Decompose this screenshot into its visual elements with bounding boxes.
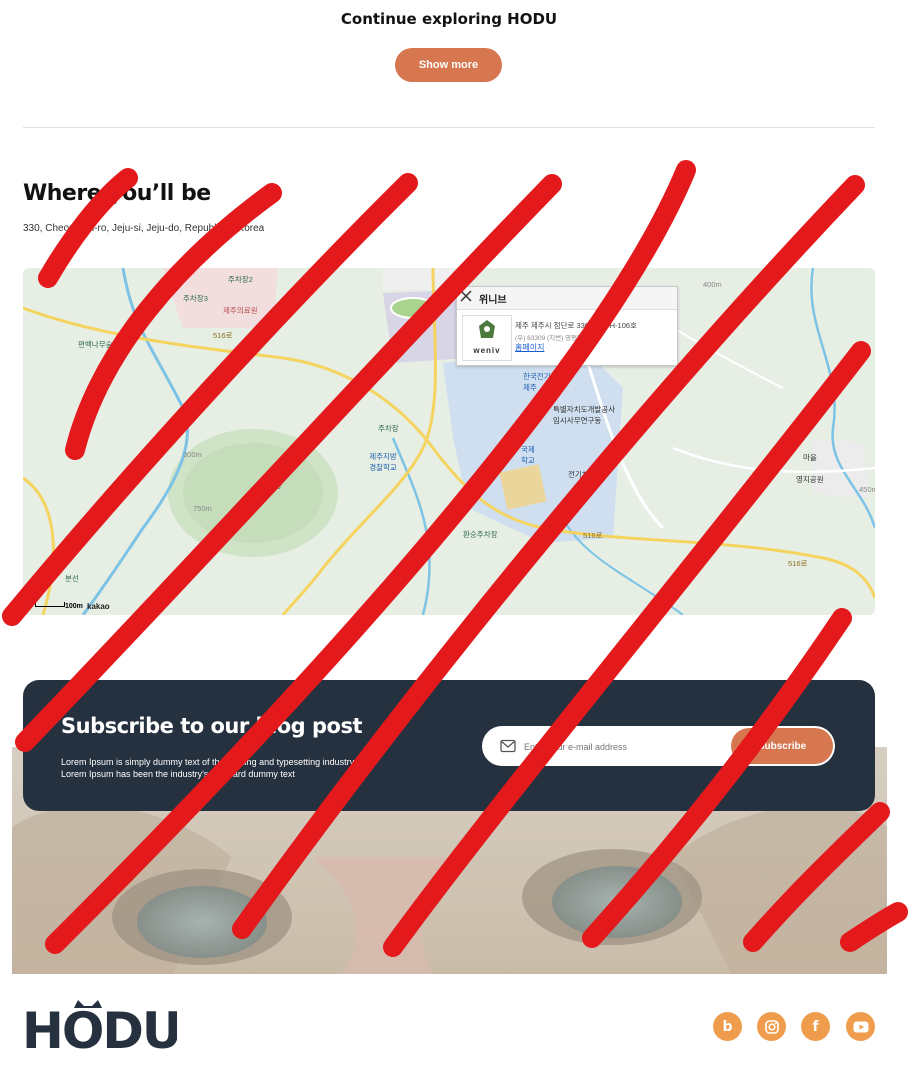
map-label-pine-forest: 편백나무숲	[78, 340, 113, 349]
blog-glyph: b	[722, 1018, 733, 1035]
map-background	[23, 268, 875, 615]
map-label-road: 516로	[213, 331, 233, 340]
map-label-parking2: 주차장2	[228, 275, 253, 284]
facebook-icon[interactable]: f	[801, 1012, 830, 1041]
divider	[23, 127, 875, 128]
map-label-transfer-parking: 환승주차장	[463, 530, 498, 539]
youtube-icon[interactable]	[846, 1012, 875, 1041]
map-label-bunseon: 분선	[65, 574, 79, 583]
address-text: 330, Cheomdan-ro, Jeju-si, Jeju-do, Repu…	[23, 223, 265, 234]
blog-icon[interactable]: b	[713, 1012, 742, 1041]
map-provider-logo: kakao	[87, 602, 110, 611]
hodu-logo[interactable]: HODU	[22, 1000, 177, 1055]
facebook-glyph: f	[812, 1018, 819, 1035]
map-label-town: 마을	[803, 453, 817, 462]
map-label-police-school: 제주지방 경찰학교	[369, 452, 397, 472]
map-label-jeju-clinic: 제주의료원	[223, 306, 258, 315]
mail-icon	[500, 739, 516, 753]
show-more-button[interactable]: Show more	[395, 48, 502, 82]
map-label-elevation: 300m	[183, 450, 202, 459]
close-icon[interactable]	[457, 287, 475, 305]
map-scale-label: 100m	[65, 603, 83, 610]
hodu-logo-text: HODU	[22, 1002, 177, 1055]
map-label-parking3: 주차장3	[183, 294, 208, 303]
instagram-glyph	[764, 1019, 779, 1034]
map-scale-bar	[35, 602, 65, 607]
map-label-kepco: 한국전기 제주	[523, 372, 551, 392]
map-label-ev: 전기차충	[568, 470, 596, 479]
map-label-samuibong: 삼의봉	[261, 481, 282, 490]
map-label-institute: 특별자치도개발공사 임시사무연구동	[553, 405, 616, 425]
email-input[interactable]	[522, 736, 726, 758]
subscribe-card: Subscribe to our blog post Lorem Ipsum i…	[23, 680, 875, 811]
section-title-explore: Continue exploring HODU	[340, 10, 558, 28]
map-label-road: 516로	[583, 531, 603, 540]
map-label-elevation: 400m	[703, 280, 722, 289]
weniv-logo: weniv	[462, 315, 512, 361]
map-label-parking: 주차장	[378, 424, 399, 433]
email-form: Subscribe	[482, 726, 835, 766]
map-popup-address: 제주 제주시 첨단로 330 1층 CH-106호	[515, 321, 637, 330]
map-label-intl-school: 국제 학교	[521, 445, 535, 465]
map-label-park: 영지공원	[796, 475, 824, 484]
subscribe-button[interactable]: Subscribe	[731, 728, 833, 764]
social-links: b f	[713, 1012, 875, 1042]
map-popup: 위니브 weniv 제주 제주시 첨단로 330 1층 CH-106호 (우) …	[456, 286, 678, 366]
map-label-elevation: 750m	[193, 504, 212, 513]
subscribe-title: Subscribe to our blog post	[61, 714, 363, 738]
map-popup-homepage-link[interactable]: 홈페이지	[515, 342, 544, 353]
instagram-icon[interactable]	[757, 1012, 786, 1041]
subscribe-description: Lorem Ipsum is simply dummy text of the …	[61, 757, 356, 779]
youtube-glyph	[853, 1021, 868, 1032]
map-label-road: 516로	[788, 559, 808, 568]
map[interactable]: 주차장2 주차장3 제주의료원 편백나무숲 516로 516로 516로 주차장…	[23, 268, 875, 615]
where-title: Where you’ll be	[23, 181, 211, 206]
weniv-logo-icon	[479, 320, 495, 338]
map-popup-address-sub: (우) 63309 (지번) 영평동 2181	[515, 335, 600, 342]
map-popup-title: 위니브	[479, 295, 507, 306]
weniv-logo-text: weniv	[473, 346, 501, 355]
map-label-elevation: 450m	[859, 485, 875, 494]
